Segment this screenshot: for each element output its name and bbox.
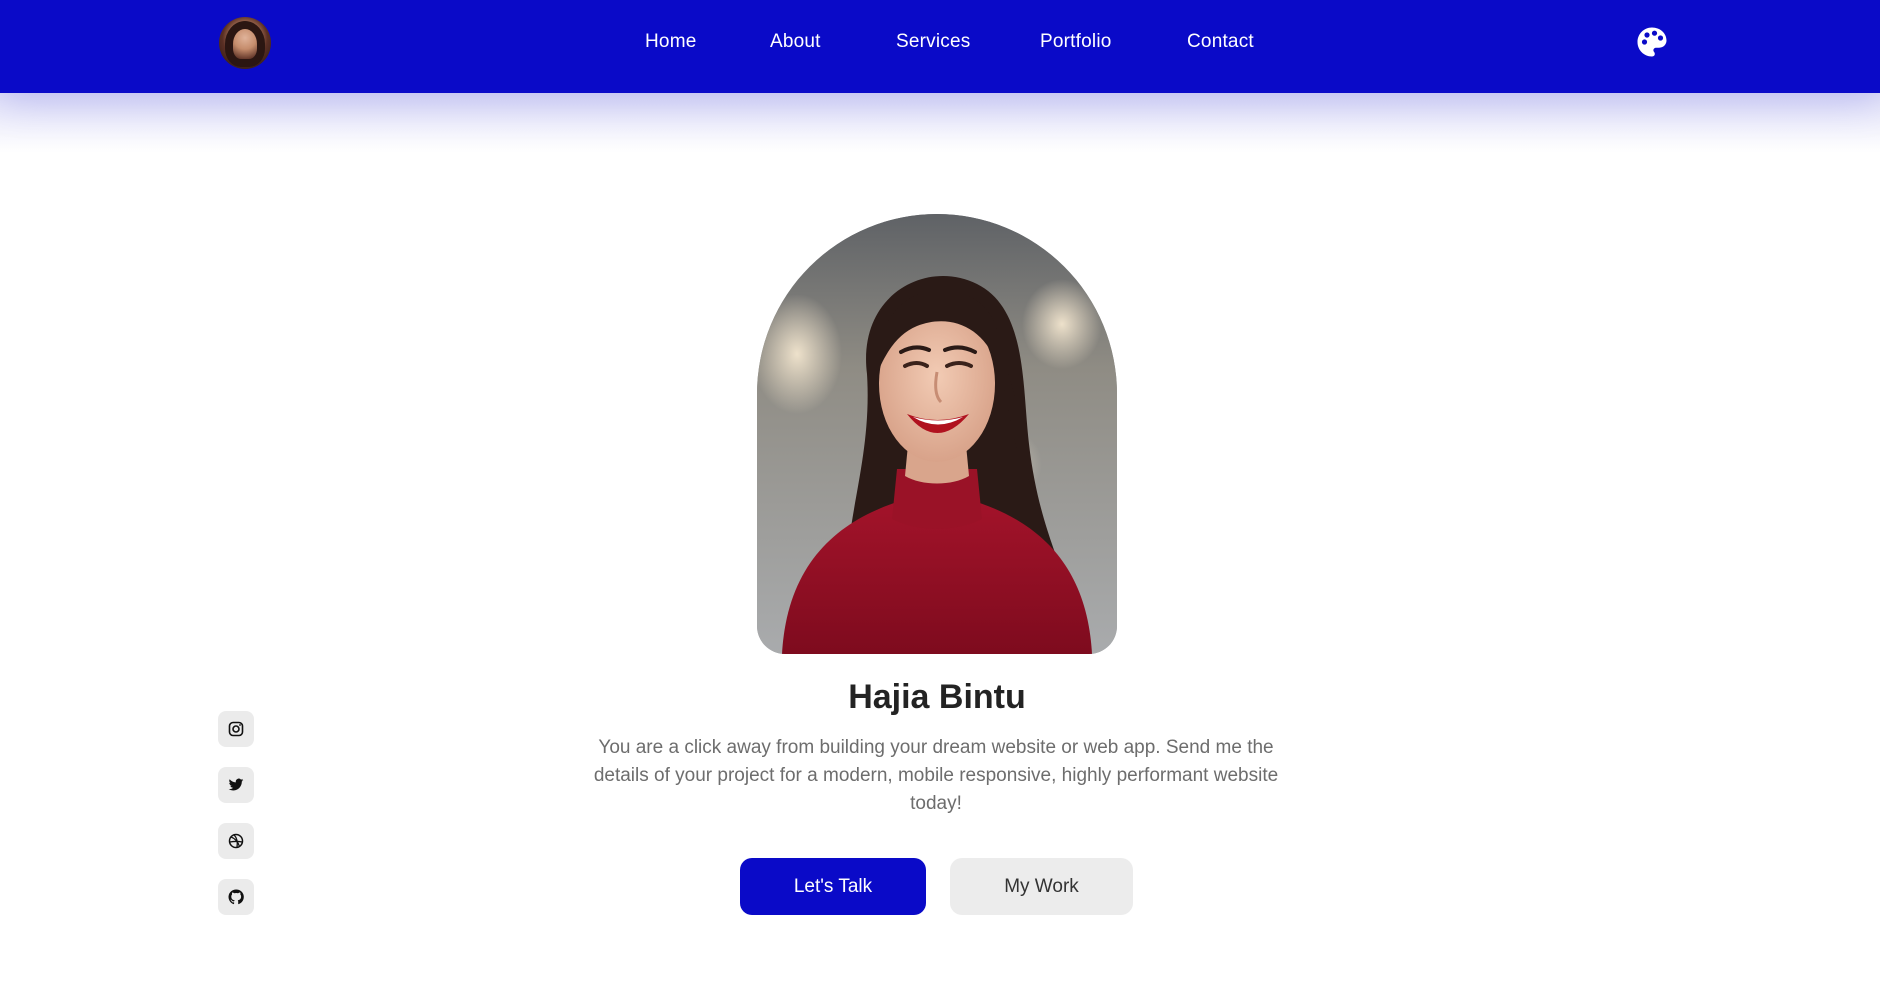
twitter-link[interactable]: [218, 767, 254, 803]
dribbble-link[interactable]: [218, 823, 254, 859]
my-work-button[interactable]: My Work: [950, 858, 1133, 915]
portrait-photo: [757, 214, 1117, 654]
instagram-icon: [228, 721, 244, 737]
nav-link-contact[interactable]: Contact: [1187, 31, 1254, 53]
github-link[interactable]: [218, 879, 254, 915]
nav-link-services[interactable]: Services: [896, 31, 970, 53]
hero-description: You are a click away from building your …: [593, 737, 1279, 814]
github-icon: [228, 889, 244, 905]
lets-talk-button[interactable]: Let's Talk: [740, 858, 926, 915]
navbar: Home About Services Portfolio Contact: [0, 0, 1880, 93]
twitter-icon: [228, 778, 244, 791]
nav-link-about[interactable]: About: [770, 31, 821, 53]
hero-name: Hajia Bintu: [848, 678, 1026, 716]
nav-links: Home About Services Portfolio Contact: [0, 0, 1880, 93]
nav-link-portfolio[interactable]: Portfolio: [1040, 31, 1112, 53]
instagram-link[interactable]: [218, 711, 254, 747]
palette-icon[interactable]: [1636, 26, 1668, 58]
navbar-shadow: [0, 93, 1880, 153]
dribbble-icon: [228, 833, 244, 849]
nav-link-home[interactable]: Home: [645, 31, 696, 53]
